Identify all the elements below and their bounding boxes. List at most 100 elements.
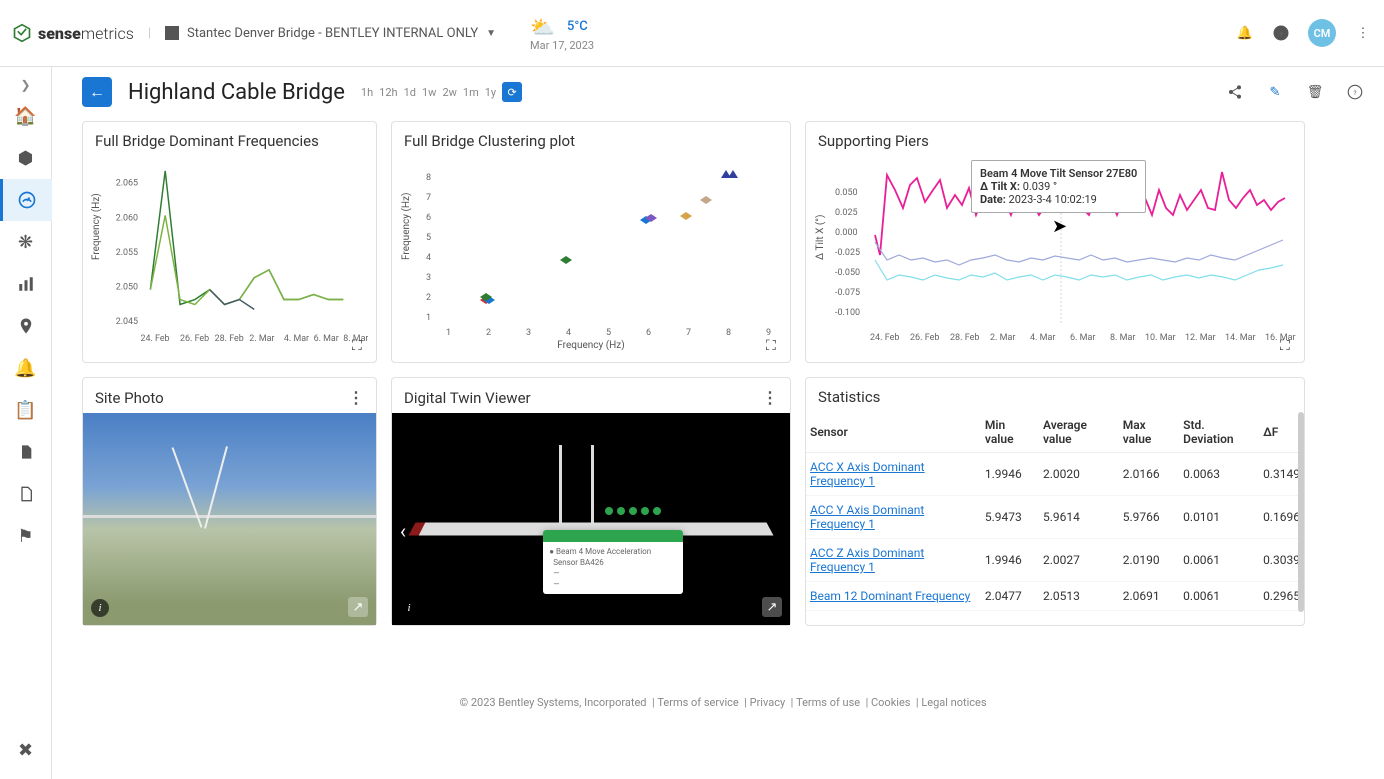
sensor-link[interactable]: Beam 12 Dominant Frequency	[810, 589, 970, 603]
range-custom-button[interactable]: ⟳	[502, 82, 522, 102]
sidebar-item-network[interactable]: ❋	[0, 221, 52, 263]
range-1h[interactable]: 1h	[361, 86, 373, 99]
stats-scroll[interactable]: Sensor Min value Average value Max value…	[806, 412, 1304, 612]
svg-text:8: 8	[426, 173, 431, 183]
expand-icon[interactable]: ⛶	[1280, 338, 1296, 354]
svg-text:2.050: 2.050	[116, 283, 138, 293]
sidebar-item-map[interactable]	[0, 305, 52, 347]
sensor-link[interactable]: ACC Z Axis Dominant Frequency 1	[810, 546, 924, 574]
sidebar-item-tools[interactable]: ✖	[0, 729, 52, 771]
sidebar-item-clipboard[interactable]: 📋	[0, 389, 52, 431]
edit-icon[interactable]: ✎	[1266, 83, 1284, 101]
range-1y[interactable]: 1y	[485, 86, 496, 99]
svg-text:2. Mar: 2. Mar	[249, 334, 274, 344]
chevron-down-icon: ▼	[486, 28, 496, 39]
kebab-menu-icon[interactable]: ⋮	[1354, 24, 1372, 42]
footer-link[interactable]: Terms of use	[796, 696, 860, 709]
svg-text:8. Mar: 8. Mar	[1110, 333, 1135, 343]
svg-text:2: 2	[426, 293, 431, 303]
back-button[interactable]: ←	[82, 77, 112, 107]
open-external-icon[interactable]: ↗	[348, 597, 368, 617]
svg-text:2. Mar: 2. Mar	[990, 333, 1015, 343]
svg-text:28. Feb: 28. Feb	[215, 334, 244, 344]
expand-icon[interactable]: ⛶	[352, 338, 368, 354]
sidebar-item-file[interactable]	[0, 473, 52, 515]
expand-icon[interactable]: ⛶	[766, 338, 782, 354]
range-1w[interactable]: 1w	[422, 86, 436, 99]
twin-viewer[interactable]: ● Beam 4 Move Acceleration Sensor BA426 …	[392, 413, 790, 625]
col-df: ΔF	[1259, 412, 1304, 453]
copyright: © 2023 Bentley Systems, Incorporated	[459, 696, 646, 709]
card-site-photo: Site Photo ⋮ i ↗	[82, 377, 377, 626]
bell-icon[interactable]: 🔔	[1236, 24, 1254, 42]
open-external-icon[interactable]: ↗	[762, 597, 782, 617]
svg-text:?: ?	[1353, 89, 1356, 97]
site-photo-image: i ↗	[83, 413, 376, 625]
sidebar: ❯ 🏠 ⬢ ❋ 🔔 📋 ⚑ ✖	[0, 67, 52, 779]
sidebar-item-charts[interactable]	[0, 263, 52, 305]
brand-suffix: metrics	[81, 24, 134, 43]
footer-link[interactable]: Privacy	[750, 696, 786, 709]
svg-text:2: 2	[486, 328, 491, 338]
page-header: ← Highland Cable Bridge 1h 12h 1d 1w 2w …	[82, 77, 1364, 107]
topbar: sensemetrics | Stantec Denver Bridge - B…	[0, 0, 1384, 67]
tooltip-sensor: Beam 4 Move Tilt Sensor 27E80	[980, 167, 1137, 180]
sidebar-item-document[interactable]	[0, 431, 52, 473]
table-row: ACC Z Axis Dominant Frequency 11.99462.0…	[806, 539, 1304, 582]
card-title: Site Photo	[95, 389, 164, 407]
range-12h[interactable]: 12h	[379, 86, 397, 99]
svg-text:5: 5	[426, 233, 431, 243]
share-icon[interactable]	[1226, 83, 1244, 101]
svg-text:2.055: 2.055	[116, 248, 138, 258]
divider: |	[148, 26, 151, 41]
range-1d[interactable]: 1d	[404, 86, 416, 99]
avatar[interactable]: CM	[1308, 19, 1336, 47]
info-icon[interactable]: i	[400, 599, 418, 617]
svg-text:14. Mar: 14. Mar	[1225, 333, 1256, 343]
svg-text:4: 4	[566, 328, 571, 338]
svg-text:7: 7	[426, 193, 431, 203]
sensor-link[interactable]: ACC X Axis Dominant Frequency 1	[810, 460, 925, 488]
delete-icon[interactable]: 🗑	[1306, 83, 1324, 101]
brand-logo[interactable]: sensemetrics	[12, 23, 134, 43]
more-icon[interactable]: ⋮	[762, 388, 778, 407]
sidebar-item-3d[interactable]: ⬢	[0, 137, 52, 179]
range-2w[interactable]: 2w	[442, 86, 456, 99]
sidebar-item-flag[interactable]: ⚑	[0, 515, 52, 557]
project-selector[interactable]: Stantec Denver Bridge - BENTLEY INTERNAL…	[165, 26, 496, 41]
sidebar-item-home[interactable]: 🏠	[0, 95, 52, 137]
cursor-icon: ➤	[1052, 216, 1067, 237]
sun-icon: ⛅	[530, 15, 555, 39]
svg-text:-0.075: -0.075	[835, 288, 860, 298]
svg-text:8: 8	[726, 328, 731, 338]
svg-text:4. Mar: 4. Mar	[1030, 333, 1055, 343]
card-dominant-frequencies: Full Bridge Dominant Frequencies Frequen…	[82, 121, 377, 363]
svg-text:24. Feb: 24. Feb	[140, 334, 169, 344]
hexagon-icon	[12, 23, 32, 43]
col-avg: Average value	[1039, 412, 1119, 453]
brand-prefix: sense	[38, 24, 81, 43]
card-clustering: Full Bridge Clustering plot Frequency (H…	[391, 121, 791, 363]
project-icon	[165, 26, 179, 40]
expand-sidebar-icon[interactable]: ❯	[0, 75, 52, 95]
card-supporting-piers: Supporting Piers Beam 4 Move Tilt Sensor…	[805, 121, 1305, 363]
svg-text:1: 1	[426, 313, 431, 323]
svg-text:-0.050: -0.050	[835, 268, 860, 278]
table-row: Beam 12 Dominant Frequency2.04772.05132.…	[806, 582, 1304, 611]
svg-text:12. Mar: 12. Mar	[1185, 333, 1216, 343]
help-icon[interactable]: ?	[1272, 24, 1290, 42]
prev-icon[interactable]: ‹	[400, 519, 406, 543]
card-statistics: Statistics Sensor Min value Average valu…	[805, 377, 1305, 626]
footer-link[interactable]: Cookies	[871, 696, 910, 709]
range-1m[interactable]: 1m	[463, 86, 479, 99]
svg-text:3: 3	[426, 273, 431, 283]
help-icon[interactable]: ?	[1346, 83, 1364, 101]
more-icon[interactable]: ⋮	[348, 388, 364, 407]
sidebar-item-alerts[interactable]: 🔔	[0, 347, 52, 389]
footer: © 2023 Bentley Systems, Incorporated | T…	[82, 686, 1364, 719]
footer-link[interactable]: Legal notices	[921, 696, 986, 709]
sensor-link[interactable]: ACC Y Axis Dominant Frequency 1	[810, 503, 924, 531]
footer-link[interactable]: Terms of service	[657, 696, 738, 709]
sidebar-item-dashboard[interactable]	[0, 179, 52, 221]
info-icon[interactable]: i	[91, 599, 109, 617]
